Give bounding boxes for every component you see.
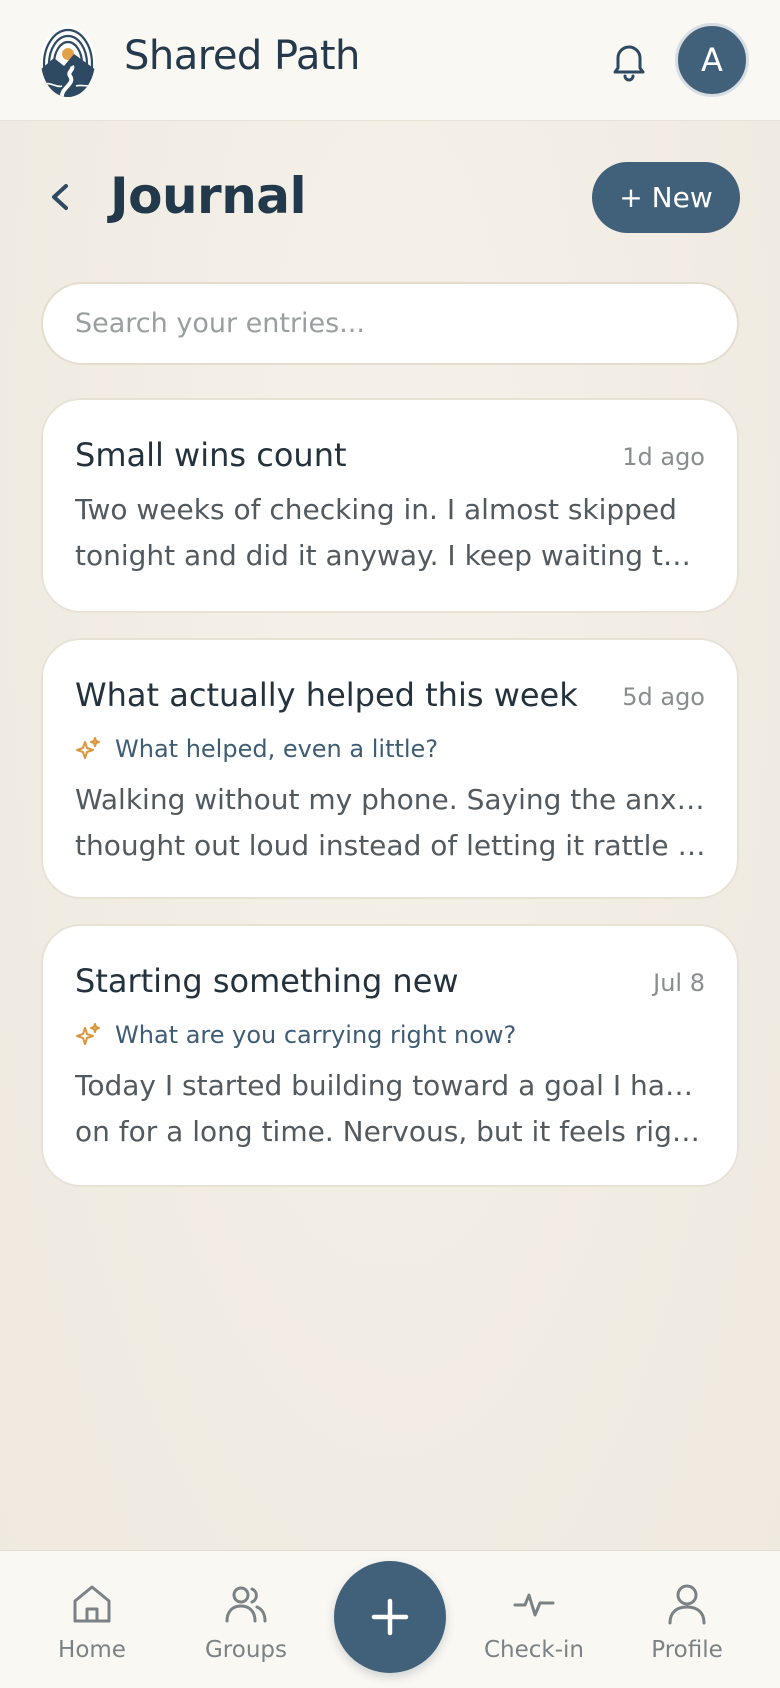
- entry-title: What actually helped this week: [75, 676, 578, 714]
- nav-label: Profile: [651, 1637, 723, 1663]
- entry-date: 5d ago: [622, 683, 705, 711]
- nav-home[interactable]: Home: [32, 1581, 152, 1663]
- shared-path-logo: [41, 25, 95, 97]
- prompt-text: What helped, even a little?: [115, 735, 439, 763]
- entry-date: 1d ago: [622, 443, 705, 471]
- prompt-text: What are you carrying right now?: [115, 1021, 517, 1049]
- entry-excerpt: Walking without my phone. Saying the anx…: [75, 777, 707, 869]
- nav-groups[interactable]: Groups: [186, 1581, 306, 1663]
- bell-icon[interactable]: [606, 38, 652, 84]
- entry-excerpt: Today I started building toward a goal I…: [75, 1063, 707, 1155]
- sparkle-icon: [76, 1023, 100, 1045]
- journal-entry-card[interactable]: Starting something new Jul 8 What are yo…: [41, 924, 739, 1187]
- chevron-left-icon[interactable]: [44, 178, 78, 216]
- search-input[interactable]: [41, 282, 739, 365]
- entry-date: Jul 8: [653, 969, 705, 997]
- excerpt-line: Walking without my phone. Saying the anx…: [75, 783, 707, 816]
- sparkle-icon: [76, 737, 100, 759]
- journal-entry-card[interactable]: What actually helped this week 5d ago Wh…: [41, 638, 739, 899]
- entry-excerpt: Two weeks of checking in. I almost skipp…: [75, 487, 707, 579]
- nav-label: Groups: [204, 1637, 287, 1663]
- nav-checkin[interactable]: Check-in: [474, 1581, 594, 1663]
- journal-screen: Shared Path A Journal + New Small wins c…: [0, 0, 780, 1688]
- users-icon: [225, 1586, 267, 1623]
- entry-title: Starting something new: [75, 962, 459, 1000]
- plus-icon: [371, 1598, 409, 1636]
- app-header: Shared Path A: [0, 0, 780, 121]
- nav-label: Home: [58, 1637, 126, 1663]
- activity-icon: [513, 1593, 555, 1617]
- excerpt-line: Today I started building toward a goal I…: [75, 1069, 707, 1102]
- add-button[interactable]: [334, 1561, 446, 1673]
- entry-prompt: What helped, even a little?: [75, 735, 438, 763]
- person-icon: [668, 1584, 706, 1625]
- new-entry-button[interactable]: + New: [592, 162, 740, 233]
- nav-label: Check-in: [483, 1637, 585, 1663]
- page-title: Journal: [110, 167, 307, 225]
- nav-profile[interactable]: Profile: [627, 1581, 747, 1663]
- excerpt-line: on for a long time. Nervous, but it feel…: [75, 1115, 707, 1148]
- journal-entry-card[interactable]: Small wins count 1d ago Two weeks of che…: [41, 398, 739, 613]
- excerpt-line: tonight and did it anyway. I keep waitin…: [75, 539, 707, 572]
- excerpt-line: Two weeks of checking in. I almost skipp…: [75, 493, 677, 526]
- avatar[interactable]: A: [675, 23, 749, 97]
- app-title: Shared Path: [124, 33, 360, 79]
- entry-prompt: What are you carrying right now?: [75, 1021, 516, 1049]
- excerpt-line: thought out loud instead of letting it r…: [75, 829, 707, 862]
- home-icon: [73, 1585, 111, 1623]
- entry-title: Small wins count: [75, 436, 347, 474]
